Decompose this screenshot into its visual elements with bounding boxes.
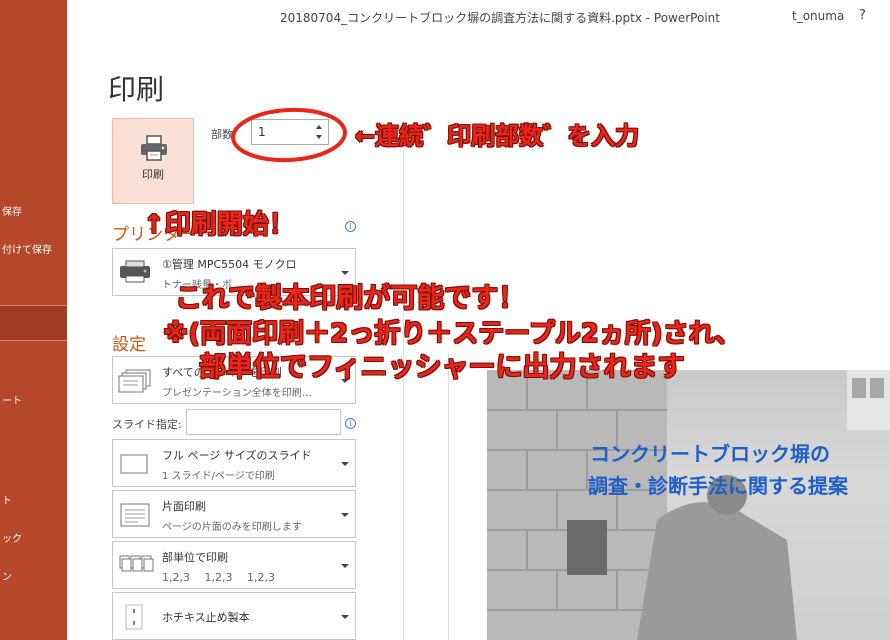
info-icon[interactable]: i <box>345 221 356 232</box>
chevron-down-icon <box>341 513 349 517</box>
printer-device-icon <box>120 260 150 283</box>
sides-sub: ページの片面のみを印刷します <box>162 522 302 533</box>
slide-title-line2: 調査・診断手法に関する提案 <box>588 474 848 498</box>
print-button-label: 印刷 <box>142 168 164 181</box>
annotation-line3: 部単位でフィニッシャーに出力されます <box>199 352 685 383</box>
annotation-line1: これで製本印刷が可能です！ <box>175 283 526 314</box>
printer-icon <box>141 135 167 161</box>
user-account[interactable]: t_onuma <box>792 9 844 23</box>
block-wall-illustration <box>487 370 890 640</box>
info-icon[interactable]: i <box>345 418 356 429</box>
nav-item-options[interactable]: ン <box>0 568 67 583</box>
powerpoint-print-backstage: 保存 付けて保存 ート ト ック ン 20180704_コンクリートブロック塀の… <box>0 0 890 640</box>
one-sided-icon <box>120 503 150 527</box>
sides-main: 片面印刷 <box>162 500 206 513</box>
chevron-down-icon <box>341 615 349 619</box>
nav-item-save[interactable]: 保存 <box>0 203 67 218</box>
collate-main: 部単位で印刷 <box>162 551 228 564</box>
all-slides-icon <box>118 369 151 393</box>
sides-dropdown[interactable]: 片面印刷 ページの片面のみを印刷します <box>112 490 356 538</box>
page-title: 印刷 <box>108 73 165 106</box>
layout-main: フル ページ サイズのスライド <box>162 449 312 462</box>
staple-booklet-icon <box>125 604 143 630</box>
chevron-down-icon <box>341 462 349 466</box>
panel-divider <box>403 150 404 640</box>
slides-label: スライド指定: <box>112 418 182 431</box>
nav-item-account[interactable]: ト <box>0 492 67 507</box>
slide-background-photo <box>487 370 890 640</box>
staple-main: ホチキス止め製本 <box>162 611 250 624</box>
chevron-down-icon <box>341 564 349 568</box>
copies-annotation: ←連続゛印刷部数゛を入力 <box>355 122 640 150</box>
copies-highlight-circle <box>231 107 347 163</box>
backstage-nav: 保存 付けて保存 ート ト ック ン <box>0 0 67 640</box>
nav-item-print[interactable] <box>0 305 67 341</box>
print-button[interactable]: 印刷 <box>112 118 194 204</box>
help-button[interactable]: ? <box>859 8 866 23</box>
slides-input[interactable] <box>186 409 341 435</box>
layout-dropdown[interactable]: フル ページ サイズのスライド 1 スライド/ページで印刷 <box>112 439 356 487</box>
document-title: 20180704_コンクリートブロック塀の調査方法に関する資料.pptx - P… <box>280 11 720 25</box>
title-bar: 20180704_コンクリートブロック塀の調査方法に関する資料.pptx - P… <box>67 0 890 34</box>
nav-item-feedback[interactable]: ック <box>0 530 67 545</box>
chevron-down-icon <box>341 271 349 275</box>
printer-name: ①管理 MPC5504 モノクロ <box>162 258 297 271</box>
full-page-slide-icon <box>120 454 148 474</box>
collate-sub: 1,2,3 1,2,3 1,2,3 <box>162 571 275 584</box>
layout-sub: 1 スライド/ページで印刷 <box>162 471 275 482</box>
slide-title-line1: コンクリートブロック塀の <box>590 442 830 466</box>
nav-item-export[interactable]: ート <box>0 392 67 407</box>
collate-dropdown[interactable]: 部単位で印刷 1,2,3 1,2,3 1,2,3 <box>112 541 356 589</box>
collated-icon <box>119 555 154 572</box>
nav-item-save-as[interactable]: 付けて保存 <box>0 241 67 256</box>
print-start-annotation: ↑印刷開始！ <box>143 210 295 240</box>
settings-section-title: 設定 <box>112 335 146 355</box>
staple-dropdown[interactable]: ホチキス止め製本 <box>112 592 356 640</box>
print-range-sub: プレゼンテーション全体を印刷… <box>162 388 312 399</box>
